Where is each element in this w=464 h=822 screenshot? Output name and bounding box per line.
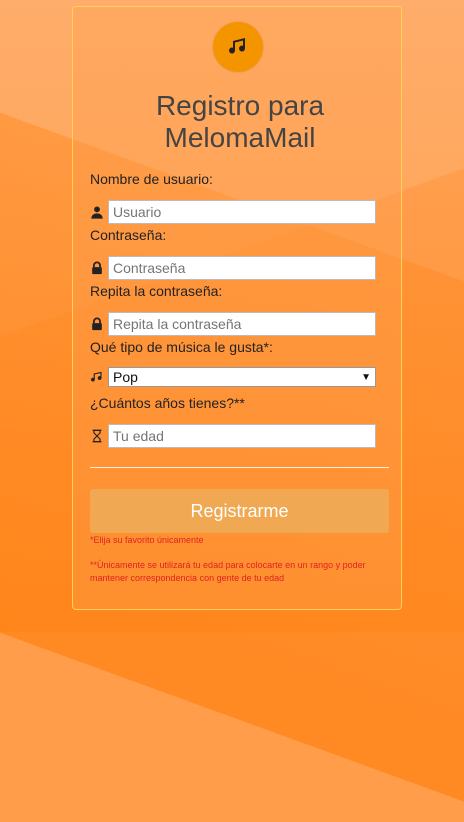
repeat-password-label: Repita la contraseña: [90,283,223,299]
title-line2: MelomaMail [164,122,316,153]
password-input[interactable] [108,256,376,280]
logo [213,22,263,72]
register-button[interactable]: Registrarme [90,489,389,533]
repeat-password-row [89,311,376,337]
hourglass-icon [89,428,105,444]
music-note-icon [229,38,246,54]
music-select-value: Pop [113,369,138,385]
age-label: ¿Cuántos años tienes?** [90,395,245,411]
music-label: Qué tipo de música le gusta*: [90,339,273,355]
music-select[interactable]: Pop ▼ [108,367,376,387]
age-row [89,423,376,449]
password-row [89,255,376,281]
age-note: **Únicamente se utilizará tu edad para c… [90,560,366,583]
password-label: Contraseña: [90,227,167,243]
lock-icon [89,316,105,332]
chevron-down-icon: ▼ [361,371,371,383]
username-input[interactable] [108,200,376,224]
lock-icon [89,260,105,276]
title-line1: Registro para [155,90,325,121]
favorite-note: *Elija su favorito únicamente [90,535,204,545]
username-row [89,199,376,225]
username-label: Nombre de usuario: [90,171,213,187]
page-title: Registro para MelomaMail [90,90,390,154]
user-icon [89,204,105,220]
age-input[interactable] [108,424,376,448]
music-note-icon [89,369,105,385]
repeat-password-input[interactable] [108,312,376,336]
music-row: Pop ▼ [89,364,376,390]
divider [90,467,389,468]
